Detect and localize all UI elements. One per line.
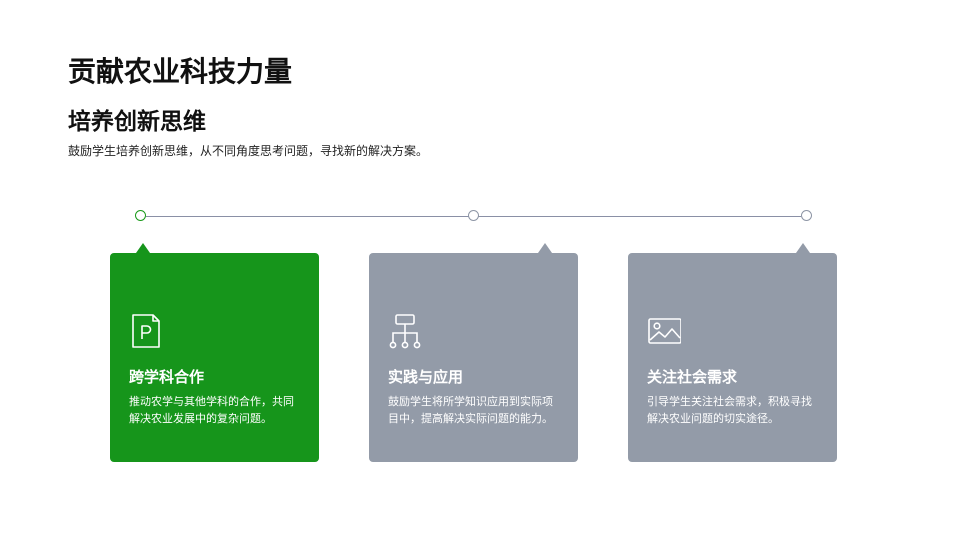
timeline-dot-1 xyxy=(135,210,146,221)
card-text: 推动农学与其他学科的合作，共同解决农业发展中的复杂问题。 xyxy=(129,395,294,425)
card-title: 实践与应用 xyxy=(388,368,464,386)
hierarchy-diagram-icon xyxy=(389,314,421,349)
page-title: 贡献农业科技力量 xyxy=(68,55,293,88)
card-title: 跨学科合作 xyxy=(129,368,205,386)
card-text: 引导学生关注社会需求，积极寻找解决农业问题的切实途径。 xyxy=(647,395,812,425)
section-title: 培养创新思维 xyxy=(68,109,206,135)
card-title: 关注社会需求 xyxy=(647,368,738,386)
image-icon xyxy=(648,318,681,344)
timeline-dot-3 xyxy=(801,210,812,221)
card-social-needs: 关注社会需求 引导学生关注社会需求，积极寻找解决农业问题的切实途径。 xyxy=(628,243,837,462)
card-interdisciplinary: 跨学科合作 推动农学与其他学科的合作，共同解决农业发展中的复杂问题。 xyxy=(110,243,319,462)
card-pointer xyxy=(136,243,150,253)
card-practice: 实践与应用 鼓励学生将所学知识应用到实际项目中，提高解决实际问题的能力。 xyxy=(369,243,578,462)
card-pointer xyxy=(538,243,552,253)
document-p-icon xyxy=(132,314,160,348)
card-pointer xyxy=(796,243,810,253)
section-description: 鼓励学生培养创新思维，从不同角度思考问题，寻找新的解决方案。 xyxy=(68,144,429,158)
timeline-dot-2 xyxy=(468,210,479,221)
card-text: 鼓励学生将所学知识应用到实际项目中，提高解决实际问题的能力。 xyxy=(388,395,553,425)
